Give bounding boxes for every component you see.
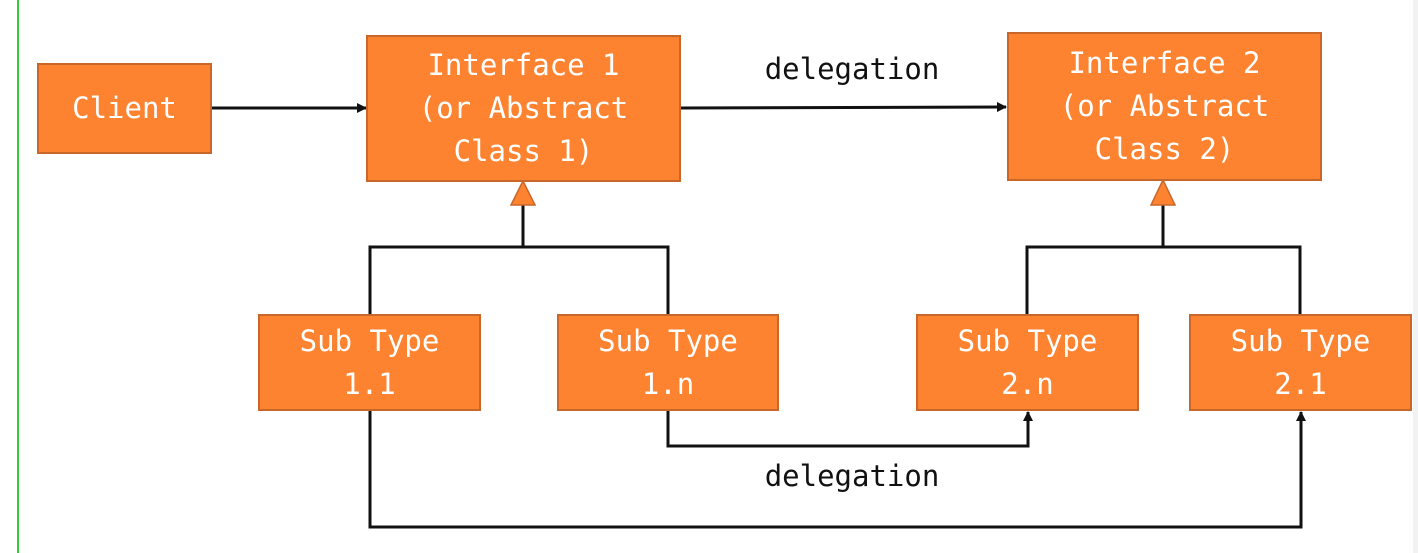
hierarchy-2-connector [1025, 245, 1302, 314]
hierarchy-1-connector [368, 245, 670, 314]
subtype-2-1-box: Sub Type 2.1 [1189, 314, 1412, 411]
client-box: Client [37, 63, 212, 154]
inheritance-triangle-icon [1149, 178, 1177, 206]
subtype-1-1-box: Sub Type 1.1 [258, 314, 481, 411]
subtype-2-n-box: Sub Type 2.n [916, 314, 1139, 411]
top-delegation-label: delegation [764, 52, 940, 86]
interface1-to-interface2-delegation-arrow [679, 102, 1007, 113]
interface2-box: Interface 2 (or Abstract Class 2) [1007, 32, 1322, 181]
inheritance-triangle-icon [509, 179, 537, 206]
interface1-box: Interface 1 (or Abstract Class 1) [366, 35, 681, 182]
subtype-1-n-box: Sub Type 1.n [557, 314, 779, 411]
sub1n-to-sub2n-delegation-arrow [666, 410, 1033, 448]
bottom-delegation-label: delegation [764, 459, 940, 493]
